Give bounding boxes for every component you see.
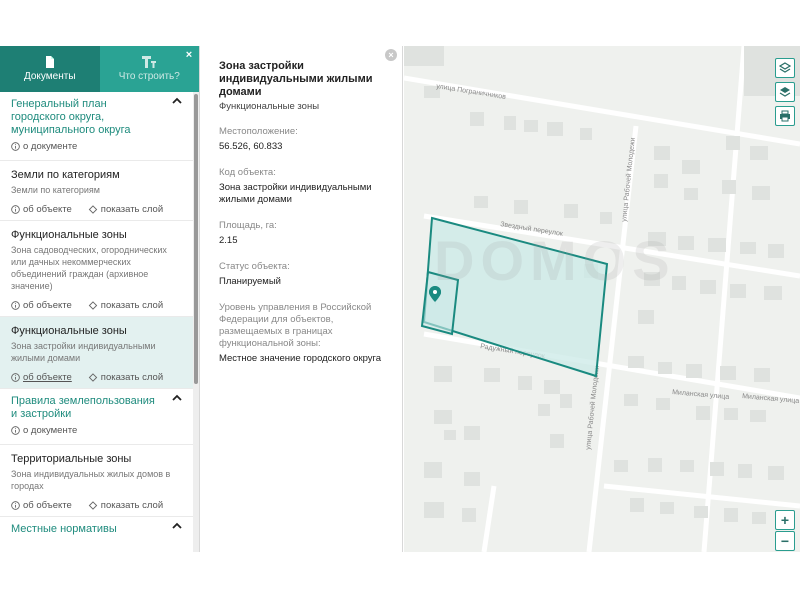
info-icon [11,426,20,435]
info-icon [11,204,20,214]
layers-icon [779,62,791,73]
street-label: улица Пограничников [436,83,507,101]
item-title: Функциональные зоны [11,325,127,337]
about-object-link[interactable]: об объекте [11,300,72,311]
field-label-status: Статус объекта: [219,261,290,272]
field-value-code: Зона застройки индивидуальными жилыми до… [219,182,372,205]
bottom-margin [0,552,800,600]
field-value-level: Местное значение городского округа [219,353,382,364]
info-icon [11,142,20,151]
section-general-plan[interactable]: Генеральный план городского округа, муни… [0,92,194,160]
chevron-up-icon[interactable] [172,393,182,403]
diamond-icon [88,500,98,510]
tab-bar: Документы Что строить? × [0,46,199,92]
chevron-up-icon[interactable] [172,96,182,106]
printer-icon [780,110,790,122]
item-title: Территориальные зоны [11,453,132,465]
info-icon [11,500,20,510]
base-layers-button[interactable] [775,82,795,102]
field-label-area: Площадь, га: [219,220,277,231]
layers-button[interactable] [775,58,795,78]
diamond-icon [88,300,98,310]
item-subtitle: Зона индивидуальных жилых домов в города… [11,469,171,491]
scrollbar[interactable] [193,92,199,552]
item-subtitle: Зона садоводческих, огороднических или д… [11,245,167,291]
list-item-selected[interactable]: Функциональные зоны Зона застройки индив… [0,317,194,389]
field-label-level: Уровень управления в Российской Федераци… [219,302,372,349]
tab-label: Документы [23,71,76,82]
zoom-in-button[interactable]: + [775,510,795,530]
zoom-out-button[interactable]: − [775,531,795,551]
show-layer-link[interactable]: показать слой [88,372,163,383]
tab-label: Что строить? [118,71,180,82]
list-item[interactable]: Земли по категориям Земли по категориям … [0,161,194,221]
field-value-area: 2.15 [219,235,238,246]
item-subtitle: Зона застройки индивидуальными жилыми до… [11,341,156,363]
street-label: Миланская улица [672,389,730,401]
field-label-code: Код объекта: [219,167,276,178]
layer-list: Генеральный план городского округа, муни… [0,92,194,552]
about-object-link[interactable]: об объекте [11,372,72,383]
item-subtitle: Земли по категориям [11,185,100,195]
document-icon [45,56,54,68]
stack-icon [779,87,791,97]
street-label: улица Рабочей Молодежи [620,137,637,222]
field-label-location: Местоположение: [219,126,298,137]
sidebar: Документы Что строить? × Генеральный пла… [0,46,200,552]
info-icon [11,372,20,382]
map-canvas[interactable]: улица Пограничников Звездный переулок ул… [404,46,800,552]
print-button[interactable] [775,106,795,126]
street-label: улица Рабочей Молодежи [584,365,601,450]
info-subtitle: Функциональные зоны [219,101,320,112]
section-land-use-rules[interactable]: Правила землепользования и застройки о д… [0,389,194,444]
section-title: Правила землепользования и застройки [11,395,155,420]
text-format-icon [142,56,157,68]
field-value-status: Планируемый [219,276,281,287]
watermark: DOMOS [434,229,676,292]
close-icon[interactable]: × [385,49,397,61]
about-object-link[interactable]: об объекте [11,204,72,215]
chevron-up-icon[interactable] [172,521,182,531]
item-title: Функциональные зоны [11,229,127,241]
show-layer-link[interactable]: показать слой [88,204,163,215]
about-document-link[interactable]: о документе [11,141,164,152]
tab-documents[interactable]: Документы [0,46,100,92]
section-local-standards[interactable]: Местные нормативы [0,517,194,540]
close-icon[interactable]: × [183,49,195,61]
list-item[interactable]: Функциональные зоны Зона садоводческих, … [0,221,194,317]
diamond-icon [88,204,98,214]
info-icon [11,300,20,310]
field-value-location: 56.526, 60.833 [219,141,283,152]
show-layer-link[interactable]: показать слой [88,500,163,511]
show-layer-link[interactable]: показать слой [88,300,163,311]
map-view[interactable]: улица Пограничников Звездный переулок ул… [404,46,800,552]
diamond-icon [88,372,98,382]
item-title: Земли по категориям [11,169,120,181]
section-title: Генеральный план городского округа, муни… [11,98,131,136]
about-document-link[interactable]: о документе [11,425,164,436]
info-title: Зона застройки индивидуальными жилыми до… [219,60,373,98]
scrollbar-thumb[interactable] [194,94,198,384]
about-object-link[interactable]: об объекте [11,500,72,511]
object-info-panel: × Зона застройки индивидуальными жилыми … [201,46,403,552]
section-title: Местные нормативы [11,523,117,535]
list-item[interactable]: Территориальные зоны Зона индивидуальных… [0,445,194,517]
